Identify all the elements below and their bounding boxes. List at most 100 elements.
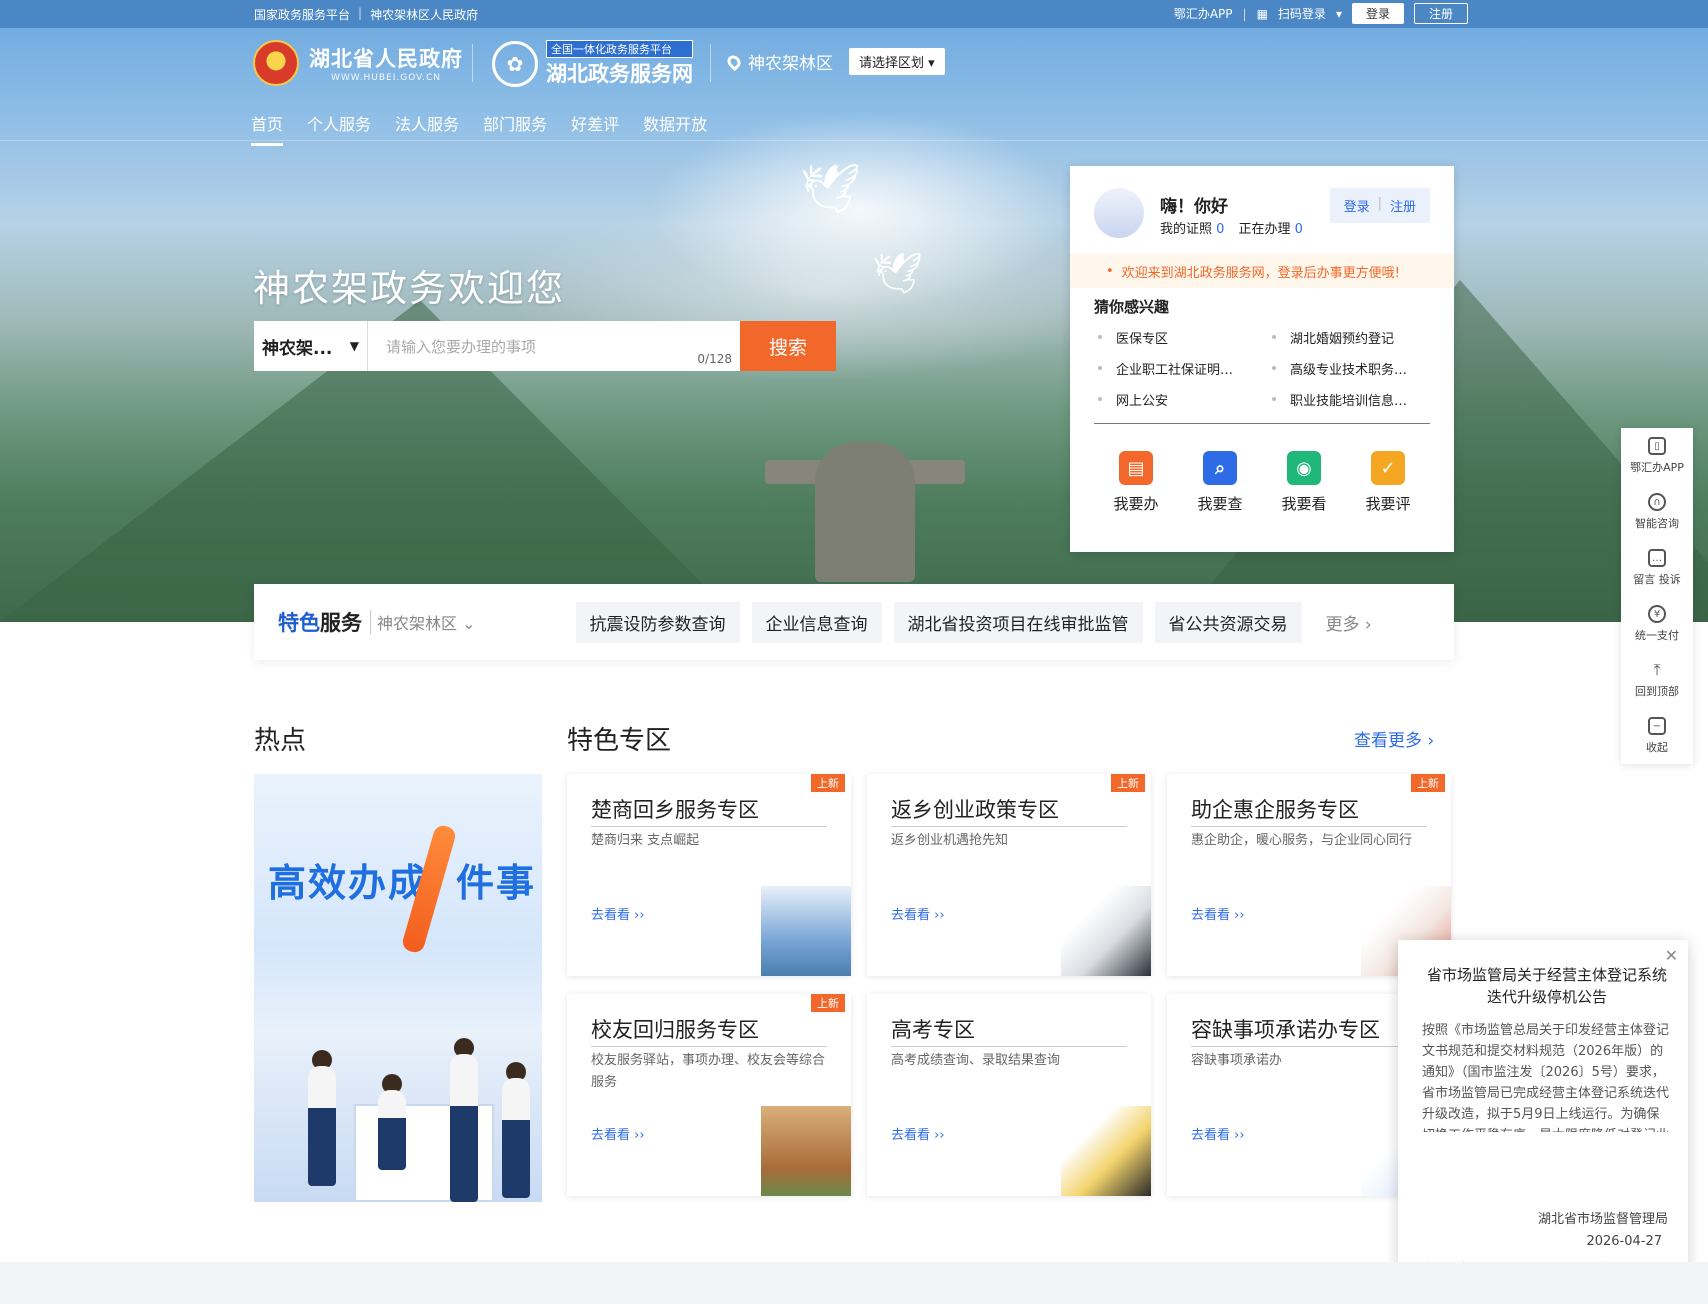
chevron-down-icon: ▾ <box>1335 6 1342 21</box>
handshake-image <box>1061 886 1151 976</box>
login-button[interactable]: 登录 <box>1351 3 1404 24</box>
user-card: 嗨！你好 我的证照 0 正在办理 0 登录 | 注册 • 欢迎来到湖北政务服务网，… <box>1070 166 1454 552</box>
new-badge: 上新 <box>1411 774 1445 792</box>
popup-from: 湖北省市场监督管理局 <box>1537 1212 1668 1227</box>
platform-tag: 全国一体化政务服务平台 <box>546 40 693 58</box>
popup-body: 按照《市场监管总局关于印发经营主体登记文书规范和提交材料规范（2026年版）的通… <box>1422 1023 1670 1132</box>
interest-item[interactable]: 职业技能培训信息… <box>1268 390 1430 409</box>
go-see-link[interactable]: 去看看 ›› <box>1191 904 1245 923</box>
interest-item[interactable]: 高级专业技术职务… <box>1268 359 1430 378</box>
interest-item[interactable]: 企业职工社保证明… <box>1094 359 1256 378</box>
go-see-link[interactable]: 去看看 ›› <box>891 904 945 923</box>
hubei-gov-logo[interactable]: 湖北省人民政府 WWW.HUBEI.GOV.CN <box>253 40 463 86</box>
hot-banner[interactable]: 高效办成 件事 <box>254 774 542 1202</box>
interest-item[interactable]: 医保专区 <box>1094 328 1256 347</box>
new-badge: 上新 <box>811 994 845 1012</box>
interest-title: 猜你感兴趣 <box>1094 298 1170 316</box>
platform-logo-icon: ✿ <box>492 41 538 87</box>
right-float-toolbar: ▯ 鄂汇办APP ∩ 智能咨询 … 留言 投诉 ¥ 统一支付 ⤒ 回到顶部 − 收起 <box>1621 428 1693 764</box>
in-progress[interactable]: 正在办理 0 <box>1238 218 1302 237</box>
scan-login-link[interactable]: 扫码登录 <box>1278 5 1326 22</box>
interest-item[interactable]: 湖北婚姻预约登记 <box>1268 328 1430 347</box>
person-figure <box>308 1066 336 1186</box>
region-select[interactable]: 请选择区划 ▾ <box>849 48 945 75</box>
notice-popup: ✕ 省市场监管局关于经营主体登记系统迭代升级停机公告 按照《市场监管总局关于印发… <box>1398 940 1688 1294</box>
quick-do[interactable]: ▤ 我要办 <box>1113 451 1159 514</box>
person-figure <box>378 1090 406 1170</box>
region-display: 神农架林区 请选择区划 ▾ <box>724 48 945 75</box>
search-input[interactable]: 请输入您要办理的事项 0/128 <box>368 321 740 371</box>
greeting: 嗨！你好 <box>1160 197 1228 217</box>
feature-card[interactable]: 上新 楚商回乡服务专区 楚商归来 支点崛起 去看看 ›› <box>567 774 851 976</box>
go-see-link[interactable]: 去看看 ›› <box>591 904 645 923</box>
welcome-title: 神农架政务欢迎您 <box>253 267 565 310</box>
top-strip: 国家政务服务平台 | 神农架林区人民政府 鄂汇办APP | ▦ 扫码登录 ▾ 登… <box>0 0 1708 28</box>
city-skyline-image <box>761 886 851 976</box>
new-badge: 上新 <box>1111 774 1145 792</box>
special-service-bar: 特色服务 神农架林区 ⌄ 抗震设防参数查询 企业信息查询 湖北省投资项目在线审批… <box>254 584 1454 660</box>
quick-actions: ▤ 我要办 ⌕ 我要查 ◉ 我要看 ✓ 我要评 <box>1094 451 1430 514</box>
national-emblem-icon <box>253 40 299 86</box>
interest-item[interactable]: 网上公安 <box>1094 390 1256 409</box>
special-tag[interactable]: 省公共资源交易 <box>1154 601 1302 643</box>
caret-down-icon: ▼ <box>349 339 359 353</box>
special-title: 特色服务 <box>278 611 362 635</box>
float-top[interactable]: ⤒ 回到顶部 <box>1621 652 1693 708</box>
special-more-link[interactable]: 更多 › <box>1326 610 1372 635</box>
graduation-cap-image <box>1061 1106 1151 1196</box>
search-scope-select[interactable]: 神农架... ▼ <box>254 321 368 371</box>
float-app[interactable]: ▯ 鄂汇办APP <box>1621 428 1693 484</box>
popup-date: 2026-04-27 <box>1586 1234 1662 1249</box>
go-see-link[interactable]: 去看看 ›› <box>891 1124 945 1143</box>
feature-card[interactable]: 上新 校友回归服务专区 校友服务驿站，事项办理、校友会等综合服务 去看看 ›› <box>567 994 851 1196</box>
crane-icon: 🕊 <box>872 251 923 297</box>
quick-view[interactable]: ◉ 我要看 <box>1281 451 1327 514</box>
register-button[interactable]: 注册 <box>1413 3 1468 24</box>
link-local-gov[interactable]: 神农架林区人民政府 <box>370 6 478 23</box>
popup-title: 省市场监管局关于经营主体登记系统迭代升级停机公告 <box>1426 966 1667 1006</box>
feature-title: 特色专区 <box>567 726 672 756</box>
go-see-link[interactable]: 去看看 ›› <box>1191 1124 1245 1143</box>
location-pin-icon <box>724 52 744 71</box>
new-badge: 上新 <box>811 774 845 792</box>
go-see-link[interactable]: 去看看 ›› <box>591 1124 645 1143</box>
form-icon: ▤ <box>1118 451 1153 485</box>
person-figure <box>450 1054 478 1202</box>
card-auth-links: 登录 | 注册 <box>1329 188 1430 223</box>
collapse-icon: − <box>1648 717 1666 735</box>
card-login-link[interactable]: 登录 <box>1344 196 1370 215</box>
quick-rate[interactable]: ✓ 我要评 <box>1365 451 1411 514</box>
hot-title: 热点 <box>254 726 307 756</box>
link-national-platform[interactable]: 国家政务服务平台 <box>254 6 350 23</box>
login-notice: • 欢迎来到湖北政务服务网，登录后办事更方便哦! <box>1070 254 1454 288</box>
feature-card[interactable]: 高考专区 高考成绩查询、录取结果查询 去看看 ›› <box>867 994 1151 1196</box>
search-bar: 神农架... ▼ 请输入您要办理的事项 0/128 搜索 <box>254 321 836 371</box>
crane-icon: 🕊 <box>800 161 861 217</box>
region-name: 神农架林区 <box>748 54 833 74</box>
float-pay[interactable]: ¥ 统一支付 <box>1621 596 1693 652</box>
card-register-link[interactable]: 注册 <box>1390 196 1416 215</box>
special-area-select[interactable]: 神农架林区 ⌄ <box>370 610 476 634</box>
float-consult[interactable]: ∩ 智能咨询 <box>1621 484 1693 540</box>
footer-band <box>0 1262 1708 1304</box>
interest-list: 医保专区 湖北婚姻预约登记 企业职工社保证明… 高级专业技术职务… 网上公安 职… <box>1094 328 1430 409</box>
close-icon[interactable]: ✕ <box>1665 946 1678 965</box>
quick-query[interactable]: ⌕ 我要查 <box>1197 451 1243 514</box>
my-certificates[interactable]: 我的证照 0 <box>1160 218 1224 237</box>
platform-name: 湖北政务服务网 <box>546 62 693 86</box>
avatar <box>1094 188 1144 238</box>
feature-card[interactable]: 上新 返乡创业政策专区 返乡创业机遇抢先知 去看看 ›› <box>867 774 1151 976</box>
app-link[interactable]: 鄂汇办APP <box>1174 5 1233 22</box>
float-message[interactable]: … 留言 投诉 <box>1621 540 1693 596</box>
phone-icon: ▯ <box>1648 437 1666 455</box>
feature-more-link[interactable]: 查看更多 › <box>1354 726 1434 751</box>
search-button[interactable]: 搜索 <box>740 321 836 371</box>
float-collapse[interactable]: − 收起 <box>1621 708 1693 764</box>
search-icon: ⌕ <box>1202 451 1237 485</box>
gov-name: 湖北省人民政府 <box>309 47 463 71</box>
platform-logo[interactable]: ✿ 全国一体化政务服务平台 湖北政务服务网 <box>492 40 693 88</box>
special-tag[interactable]: 湖北省投资项目在线审批监管 <box>893 601 1143 643</box>
yuan-icon: ¥ <box>1648 605 1666 623</box>
special-tag[interactable]: 企业信息查询 <box>751 601 882 643</box>
special-tag[interactable]: 抗震设防参数查询 <box>575 601 740 643</box>
